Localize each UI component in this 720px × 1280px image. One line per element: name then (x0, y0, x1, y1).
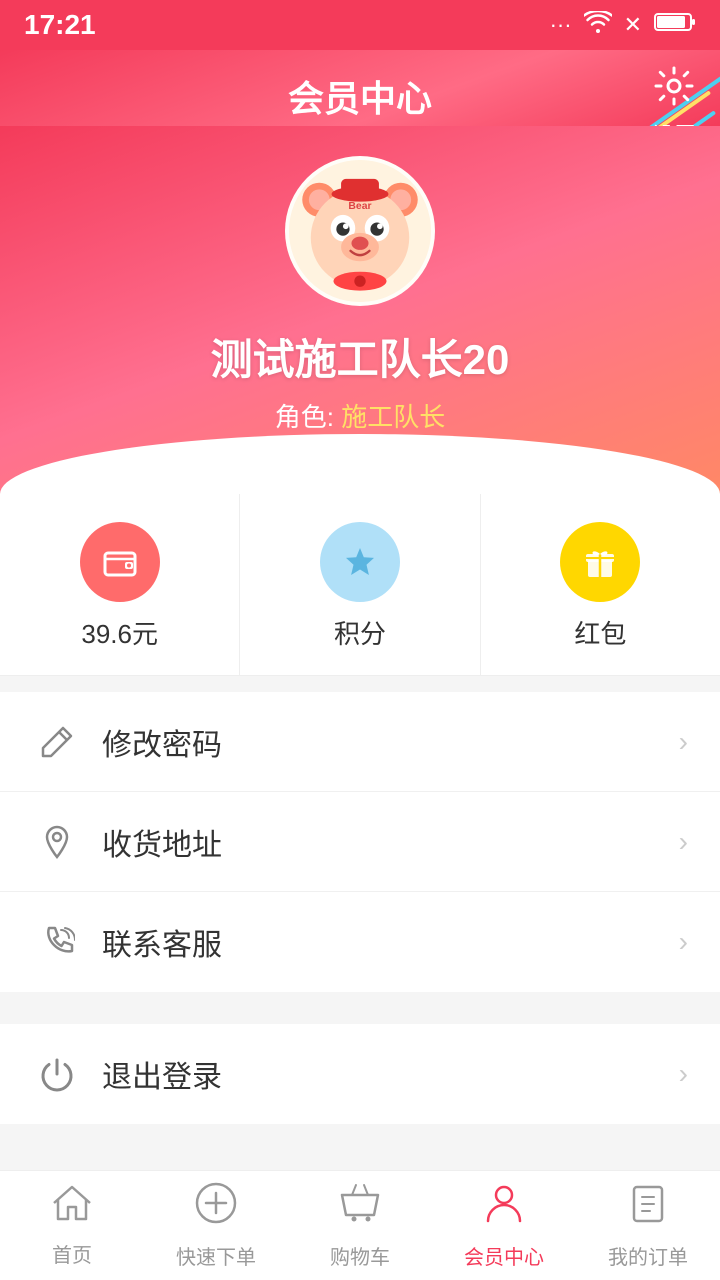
menu-item-logout[interactable]: 退出登录 › (0, 1024, 720, 1124)
status-time: 17:21 (24, 9, 96, 41)
menu-item-customer-service[interactable]: 联系客服 › (0, 892, 720, 992)
role-row: 角色: 施工队长 (275, 397, 445, 434)
gear-icon (654, 66, 694, 116)
nav-label-cart: 购物车 (330, 1241, 390, 1270)
page-header: 会员中心 设置 (0, 50, 720, 126)
stats-row: 39.6元 积分 红包 (0, 494, 720, 676)
menu-label-change-password: 修改密码 (102, 720, 679, 764)
nav-item-member[interactable]: 会员中心 (432, 1171, 576, 1280)
chevron-right-icon: › (679, 926, 688, 958)
username: 测试施工队长20 (211, 326, 510, 387)
power-icon (32, 1056, 82, 1092)
nav-label-quick-order: 快速下单 (176, 1241, 256, 1270)
nav-label-home: 首页 (52, 1239, 92, 1268)
close-icon: ✕ (624, 12, 642, 38)
nav-item-cart[interactable]: 购物车 (288, 1171, 432, 1280)
star-icon-circle (320, 522, 400, 602)
location-icon (32, 824, 82, 860)
profile-section: Bear 测试施工队长20 角色: 施工队长 (0, 126, 720, 494)
person-icon (482, 1181, 526, 1235)
settings-label: 设置 (652, 118, 696, 126)
nav-item-my-orders[interactable]: 我的订单 (576, 1171, 720, 1280)
header-top: 会员中心 设置 (24, 66, 696, 126)
stat-wallet[interactable]: 39.6元 (0, 494, 240, 675)
stat-points-label: 积分 (334, 614, 386, 651)
gift-icon-circle (560, 522, 640, 602)
svg-text:Bear: Bear (348, 201, 371, 212)
menu-section-logout: 退出登录 › (0, 1024, 720, 1124)
wifi-icon (584, 11, 612, 39)
plus-circle-icon (194, 1181, 238, 1235)
chevron-right-icon: › (679, 1058, 688, 1090)
home-icon (50, 1183, 94, 1233)
stat-wallet-value: 39.6元 (81, 614, 158, 651)
stat-redpack[interactable]: 红包 (481, 494, 720, 675)
nav-label-my-orders: 我的订单 (608, 1241, 688, 1270)
phone-icon (32, 924, 82, 960)
edit-icon (32, 724, 82, 760)
menu-label-logout: 退出登录 (102, 1052, 679, 1096)
profile-wave-divider (0, 434, 720, 494)
menu-item-change-password[interactable]: 修改密码 › (0, 692, 720, 792)
chevron-right-icon: › (679, 826, 688, 858)
signal-icon: ··· (550, 12, 572, 38)
page-title: 会员中心 (288, 70, 432, 122)
order-icon (626, 1181, 670, 1235)
menu-item-address[interactable]: 收货地址 › (0, 792, 720, 892)
menu-divider (0, 992, 720, 1008)
role-prefix: 角色: (275, 402, 334, 432)
nav-label-member: 会员中心 (464, 1241, 544, 1270)
nav-item-quick-order[interactable]: 快速下单 (144, 1171, 288, 1280)
stat-points[interactable]: 积分 (240, 494, 480, 675)
battery-icon (654, 11, 696, 39)
basket-icon (338, 1181, 382, 1235)
status-bar: 17:21 ··· ✕ (0, 0, 720, 50)
stat-redpack-label: 红包 (574, 614, 626, 651)
settings-button[interactable]: 设置 (652, 66, 696, 126)
menu-label-customer-service: 联系客服 (102, 920, 679, 964)
nav-item-home[interactable]: 首页 (0, 1171, 144, 1280)
wallet-icon-circle (80, 522, 160, 602)
role-value: 施工队长 (341, 402, 445, 432)
chevron-right-icon: › (679, 726, 688, 758)
avatar: Bear (285, 156, 435, 306)
menu-label-address: 收货地址 (102, 820, 679, 864)
status-icons: ··· ✕ (550, 11, 696, 39)
menu-section-main: 修改密码 › 收货地址 › 联系客服 › (0, 692, 720, 992)
bottom-nav: 首页 快速下单 购物车 会员中心 (0, 1170, 720, 1280)
